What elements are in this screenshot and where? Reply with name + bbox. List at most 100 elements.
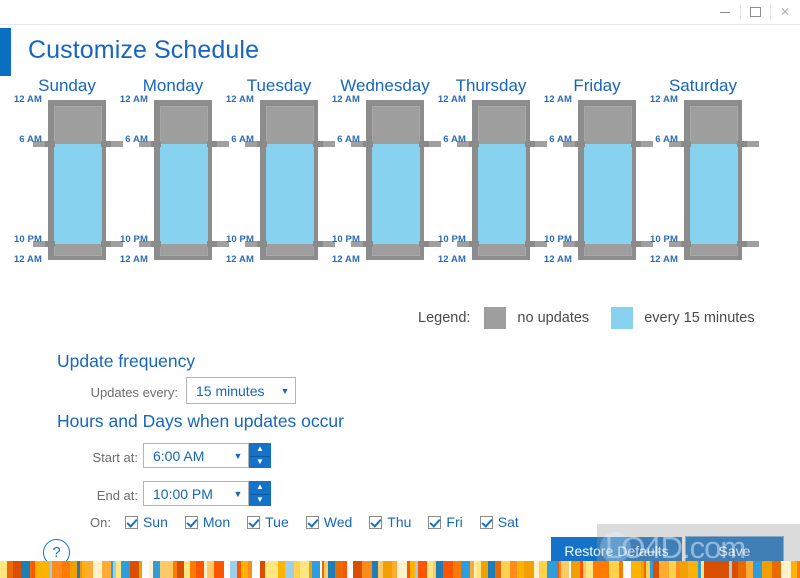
on-label: On: — [90, 514, 111, 530]
tick-label-start: 6 AM — [125, 134, 148, 145]
tick-label-end: 10 PM — [120, 234, 148, 245]
tick-label-top: 12 AM — [119, 94, 148, 105]
restore-defaults-button[interactable]: Restore Defaults — [551, 537, 682, 564]
artifact-pixel — [680, 561, 688, 578]
artifact-pixel — [21, 561, 30, 578]
day-label: Saturday — [668, 76, 738, 95]
day-checkbox-thu[interactable]: Thu — [369, 514, 411, 530]
artifact-pixel — [93, 561, 102, 578]
checkbox-box[interactable] — [479, 515, 493, 529]
artifact-pixel — [285, 561, 294, 578]
day-bar-frame — [669, 100, 759, 260]
slider-grip — [45, 141, 55, 147]
legend-swatch-no-updates — [484, 307, 507, 329]
artifact-pixel — [397, 561, 407, 578]
checkbox-box[interactable] — [428, 515, 442, 529]
legend: Legend: no updates every 15 minutes — [418, 307, 777, 329]
legend-text-every-15-minutes: every 15 minutes — [644, 310, 755, 326]
checkbox-label: Thu — [387, 514, 412, 530]
checkbox-label: Fri — [446, 514, 463, 530]
end-at-label: End at: — [96, 488, 138, 503]
artifact-pixel — [762, 561, 772, 578]
tick-label-start: 6 AM — [655, 134, 678, 145]
end-at-select[interactable]: 10:00 PM ▼ — [143, 481, 249, 506]
artifact-pixel — [207, 561, 214, 578]
end-at-stepper-down[interactable]: ▼ — [249, 493, 271, 506]
artifact-pixel — [720, 561, 729, 578]
slider-grip — [151, 141, 161, 147]
slider-grip — [681, 141, 691, 147]
artifact-pixel — [383, 561, 392, 578]
checkbox-label: Sun — [142, 514, 168, 530]
close-button[interactable]: ✕ — [770, 0, 800, 24]
end-at-stepper-up[interactable]: ▲ — [249, 481, 271, 494]
tick-label-start: 6 AM — [337, 134, 360, 145]
legend-swatch-every-15-minutes — [611, 307, 634, 329]
checkbox-box[interactable] — [247, 515, 261, 529]
start-at-stepper-down[interactable]: ▼ — [249, 455, 271, 468]
days-checkbox-row: On: Sun Mon Tue Wed Thu Fri Sat — [90, 514, 536, 530]
start-time-slider-handle-right[interactable] — [737, 141, 759, 147]
checkbox-box[interactable] — [369, 515, 383, 529]
day-bar-active-range — [690, 144, 738, 244]
artifact-pixel — [547, 561, 557, 578]
artifact-pixel — [669, 561, 676, 578]
tick-label-top: 12 AM — [649, 94, 678, 105]
day-column-monday: Monday 12 AM 6 AM 10 PM 12 AM — [106, 76, 229, 286]
tick-label-bottom: 12 AM — [225, 254, 254, 265]
artifact-pixel — [600, 561, 609, 578]
artifact-pixel — [328, 561, 335, 578]
day-bar-frame — [245, 100, 335, 260]
artifact-pixel — [85, 561, 93, 578]
start-at-select[interactable]: 6:00 AM ▼ — [143, 443, 249, 468]
maximize-button[interactable] — [740, 0, 770, 24]
day-column-tuesday: Tuesday 12 AM 6 AM 10 PM 12 AM — [212, 76, 335, 286]
end-time-slider-handle-right[interactable] — [737, 241, 759, 247]
artifact-pixel — [353, 561, 362, 578]
day-checkbox-sat[interactable]: Sat — [479, 514, 519, 530]
day-column-saturday: Saturday 12 AM 6 AM 10 PM 12 AM — [636, 76, 759, 286]
day-bar-active-range — [478, 144, 526, 244]
title-bar: ✕ — [0, 0, 800, 25]
save-button[interactable]: Save — [685, 536, 784, 565]
artifact-pixel — [659, 561, 669, 578]
artifact-pixel — [35, 561, 45, 578]
artifact-pixel — [241, 561, 248, 578]
tick-label-top: 12 AM — [331, 94, 360, 105]
start-at-label: Start at: — [92, 450, 138, 465]
tick-label-bottom: 12 AM — [13, 254, 42, 265]
artifact-pixel — [443, 561, 453, 578]
tick-label-end: 10 PM — [14, 234, 42, 245]
tick-label-top: 12 AM — [13, 94, 42, 105]
day-checkbox-mon[interactable]: Mon — [184, 514, 230, 530]
day-checkbox-wed[interactable]: Wed — [305, 514, 352, 530]
minimize-button[interactable] — [710, 0, 740, 24]
artifact-pixel — [561, 561, 569, 578]
start-at-stepper-up[interactable]: ▲ — [249, 443, 271, 456]
page-title: Customize Schedule — [28, 36, 260, 64]
slider-grip — [257, 141, 267, 147]
checkbox-box[interactable] — [305, 515, 319, 529]
day-checkbox-tue[interactable]: Tue — [247, 514, 289, 530]
artifact-pixel — [746, 561, 753, 578]
artifact-pixel — [753, 561, 762, 578]
chevron-down-icon: ▼ — [233, 450, 243, 461]
artifact-pixel — [510, 561, 517, 578]
artifact-pixel — [481, 561, 488, 578]
artifact-pixel — [252, 561, 260, 578]
slider-grip — [681, 241, 691, 247]
day-checkbox-fri[interactable]: Fri — [428, 514, 463, 530]
day-checkbox-sun[interactable]: Sun — [124, 514, 168, 530]
artifact-pixel — [781, 561, 791, 578]
bottom-artifact-strip — [0, 561, 800, 578]
checkbox-box[interactable] — [124, 515, 138, 529]
checkbox-box[interactable] — [184, 515, 198, 529]
artifact-pixel — [461, 561, 470, 578]
start-at-stepper[interactable]: ▲ ▼ — [249, 443, 271, 468]
hours-and-days-heading: Hours and Days when updates occur — [57, 411, 344, 431]
minimize-icon — [720, 11, 730, 13]
updates-every-select[interactable]: 15 minutes ▼ — [186, 377, 296, 404]
end-at-stepper[interactable]: ▲ ▼ — [249, 481, 271, 506]
artifact-pixel — [593, 561, 600, 578]
artifact-pixel — [609, 561, 619, 578]
